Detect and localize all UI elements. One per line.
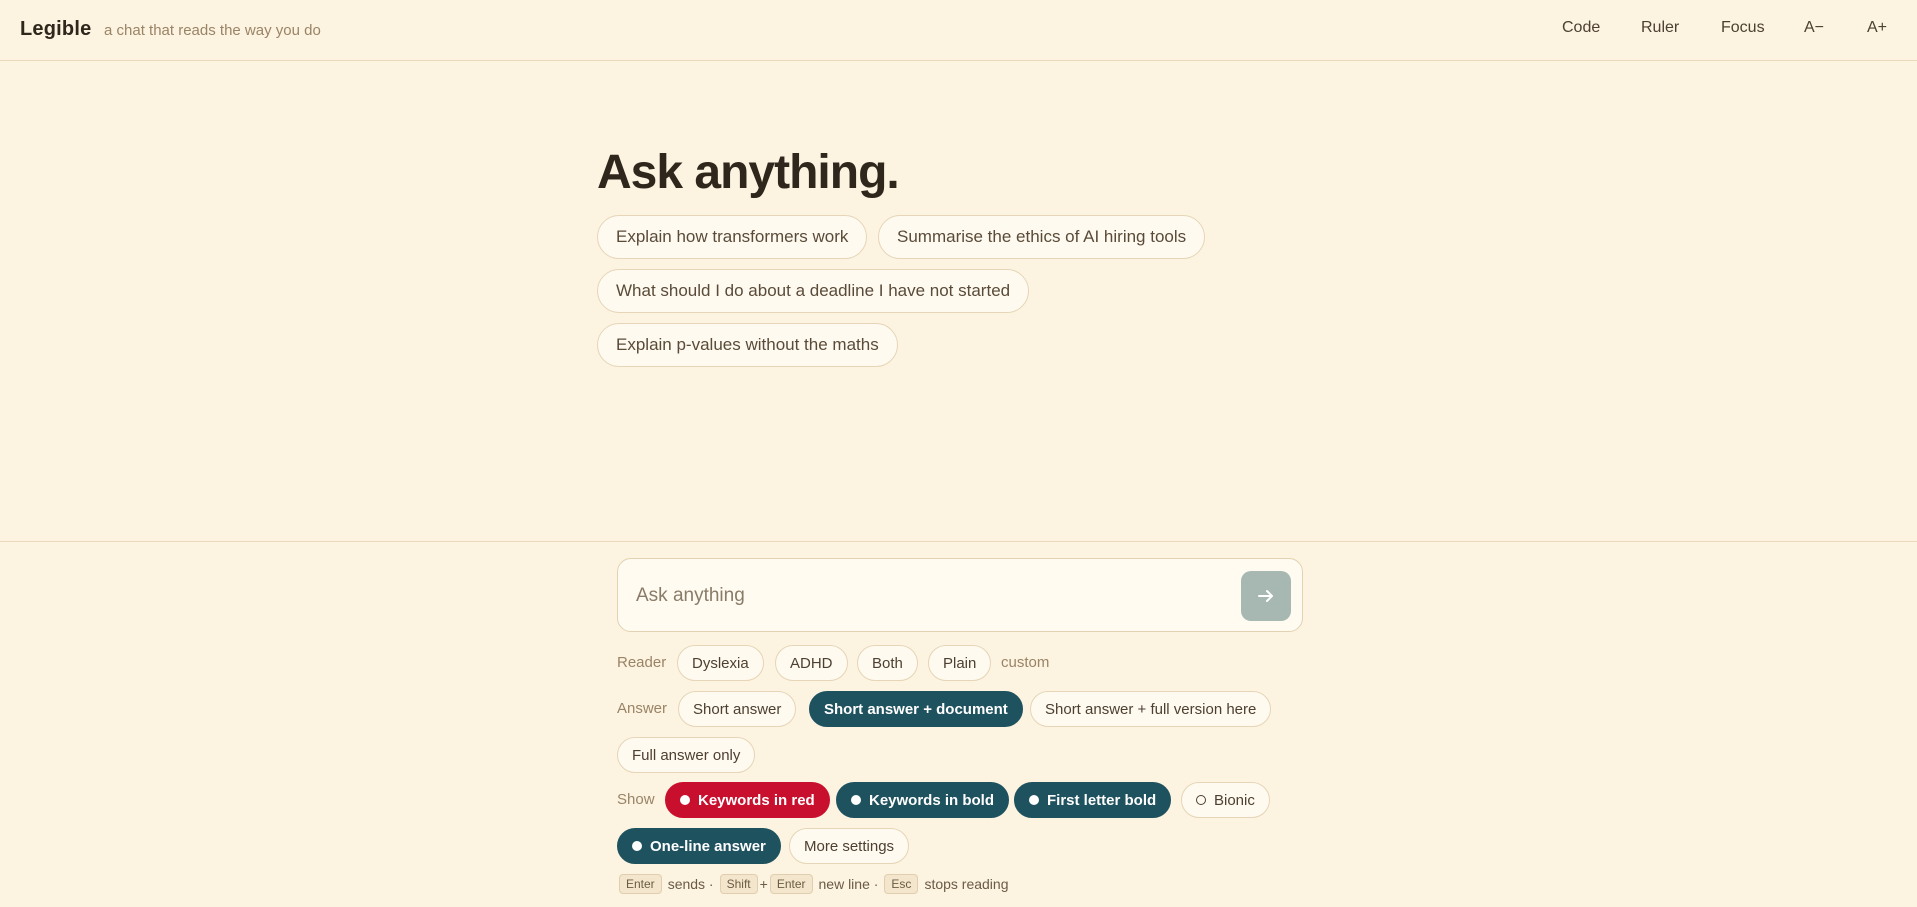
answer-short-full[interactable]: Short answer + full version here: [1030, 691, 1272, 727]
toggle-dot-off-icon: [1196, 795, 1206, 805]
answer-full-only[interactable]: Full answer only: [617, 737, 756, 773]
answer-short-document[interactable]: Short answer + document: [809, 691, 1023, 727]
suggestion-chip[interactable]: What should I do about a deadline I have…: [597, 269, 1030, 313]
reader-label: Reader: [617, 654, 667, 671]
show-one-line-answer[interactable]: One-line answer: [617, 828, 781, 864]
nav-font-decrease[interactable]: A−: [1804, 19, 1824, 37]
kbd-esc: Esc: [884, 874, 919, 894]
suggestion-chip[interactable]: Explain p-values without the maths: [597, 323, 898, 367]
show-bionic[interactable]: Bionic: [1181, 782, 1270, 818]
show-keywords-red[interactable]: Keywords in red: [665, 782, 830, 818]
nav-code[interactable]: Code: [1562, 19, 1600, 37]
reader-custom[interactable]: custom: [1001, 654, 1049, 671]
brand-logo[interactable]: Legible: [20, 18, 91, 41]
arrow-right-icon: [1258, 590, 1273, 602]
toggle-dot-icon: [851, 795, 861, 805]
kbd-enter: Enter: [619, 874, 662, 894]
composer: [617, 558, 1303, 632]
send-button[interactable]: [1241, 571, 1291, 621]
reader-plain[interactable]: Plain: [928, 645, 992, 681]
toggle-dot-icon: [1029, 795, 1039, 805]
answer-label: Answer: [617, 700, 668, 717]
keyboard-hint: Enter sends · Shift + Enter new line · E…: [617, 872, 1013, 896]
nav-ruler[interactable]: Ruler: [1641, 19, 1679, 37]
show-first-letter-bold[interactable]: First letter bold: [1014, 782, 1172, 818]
more-settings-button[interactable]: More settings: [789, 828, 910, 864]
reader-both[interactable]: Both: [857, 645, 918, 681]
tagline: a chat that reads the way you do: [104, 22, 321, 39]
kbd-shift: Shift: [719, 874, 758, 894]
kbd-enter: Enter: [769, 874, 813, 894]
answer-short[interactable]: Short answer: [678, 691, 797, 727]
suggestion-chip[interactable]: Summarise the ethics of AI hiring tools: [878, 215, 1206, 259]
show-keywords-bold[interactable]: Keywords in bold: [836, 782, 1010, 818]
show-label: Show: [617, 791, 655, 808]
message-input[interactable]: [636, 579, 1196, 613]
nav-font-increase[interactable]: A+: [1867, 19, 1887, 37]
nav-focus[interactable]: Focus: [1721, 19, 1765, 37]
divider: [0, 541, 1917, 542]
toggle-dot-icon: [632, 841, 642, 851]
suggestion-chip[interactable]: Explain how transformers work: [597, 215, 868, 259]
toggle-dot-icon: [680, 795, 690, 805]
reader-adhd[interactable]: ADHD: [775, 645, 848, 681]
page-title: Ask anything.: [597, 146, 900, 199]
reader-dyslexia[interactable]: Dyslexia: [677, 645, 764, 681]
top-bar: Legible a chat that reads the way you do…: [0, 0, 1917, 61]
